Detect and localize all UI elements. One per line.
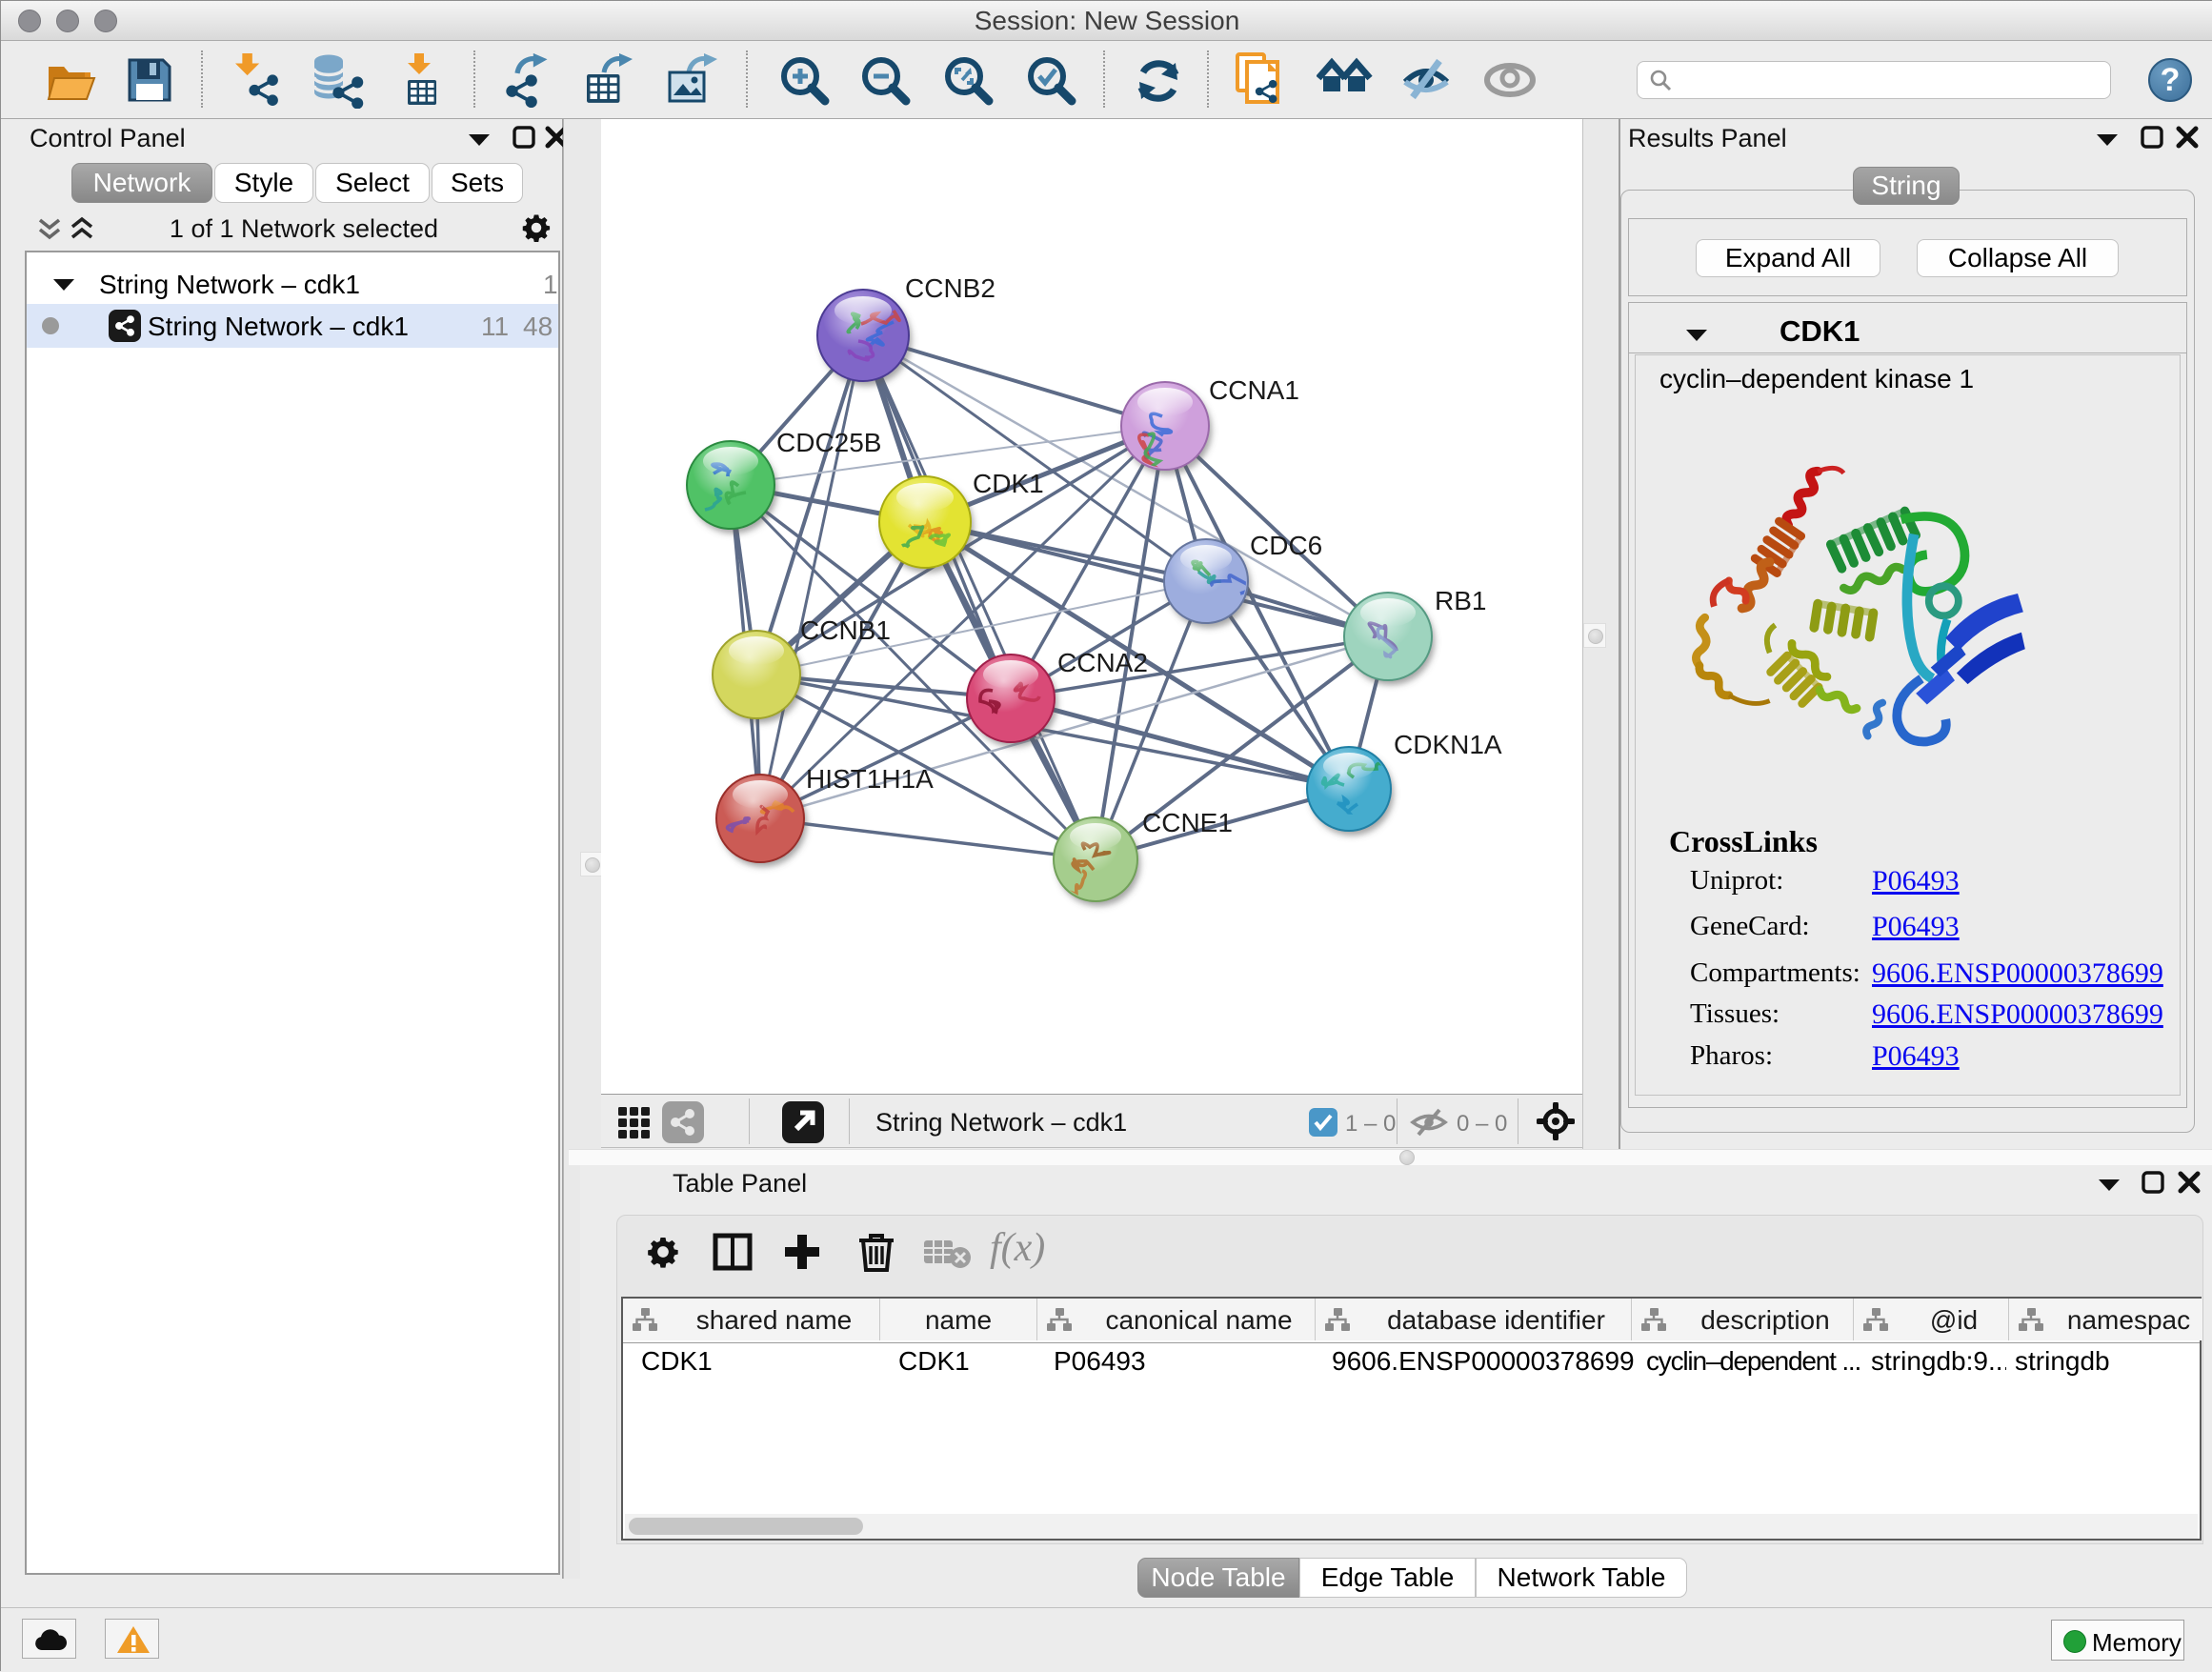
svg-text:CDK1: CDK1 xyxy=(973,469,1044,498)
svg-text:CCNB1: CCNB1 xyxy=(800,615,891,645)
svg-text:CDC25B: CDC25B xyxy=(776,428,881,457)
svg-text:CCNB2: CCNB2 xyxy=(905,273,995,303)
svg-text:HIST1H1A: HIST1H1A xyxy=(806,764,934,794)
svg-text:CCNA1: CCNA1 xyxy=(1209,375,1299,405)
svg-text:CDC6: CDC6 xyxy=(1250,531,1322,560)
svg-text:CCNE1: CCNE1 xyxy=(1142,808,1233,837)
svg-text:RB1: RB1 xyxy=(1435,586,1486,615)
svg-text:CCNA2: CCNA2 xyxy=(1057,648,1148,677)
svg-text:CDKN1A: CDKN1A xyxy=(1394,730,1502,759)
